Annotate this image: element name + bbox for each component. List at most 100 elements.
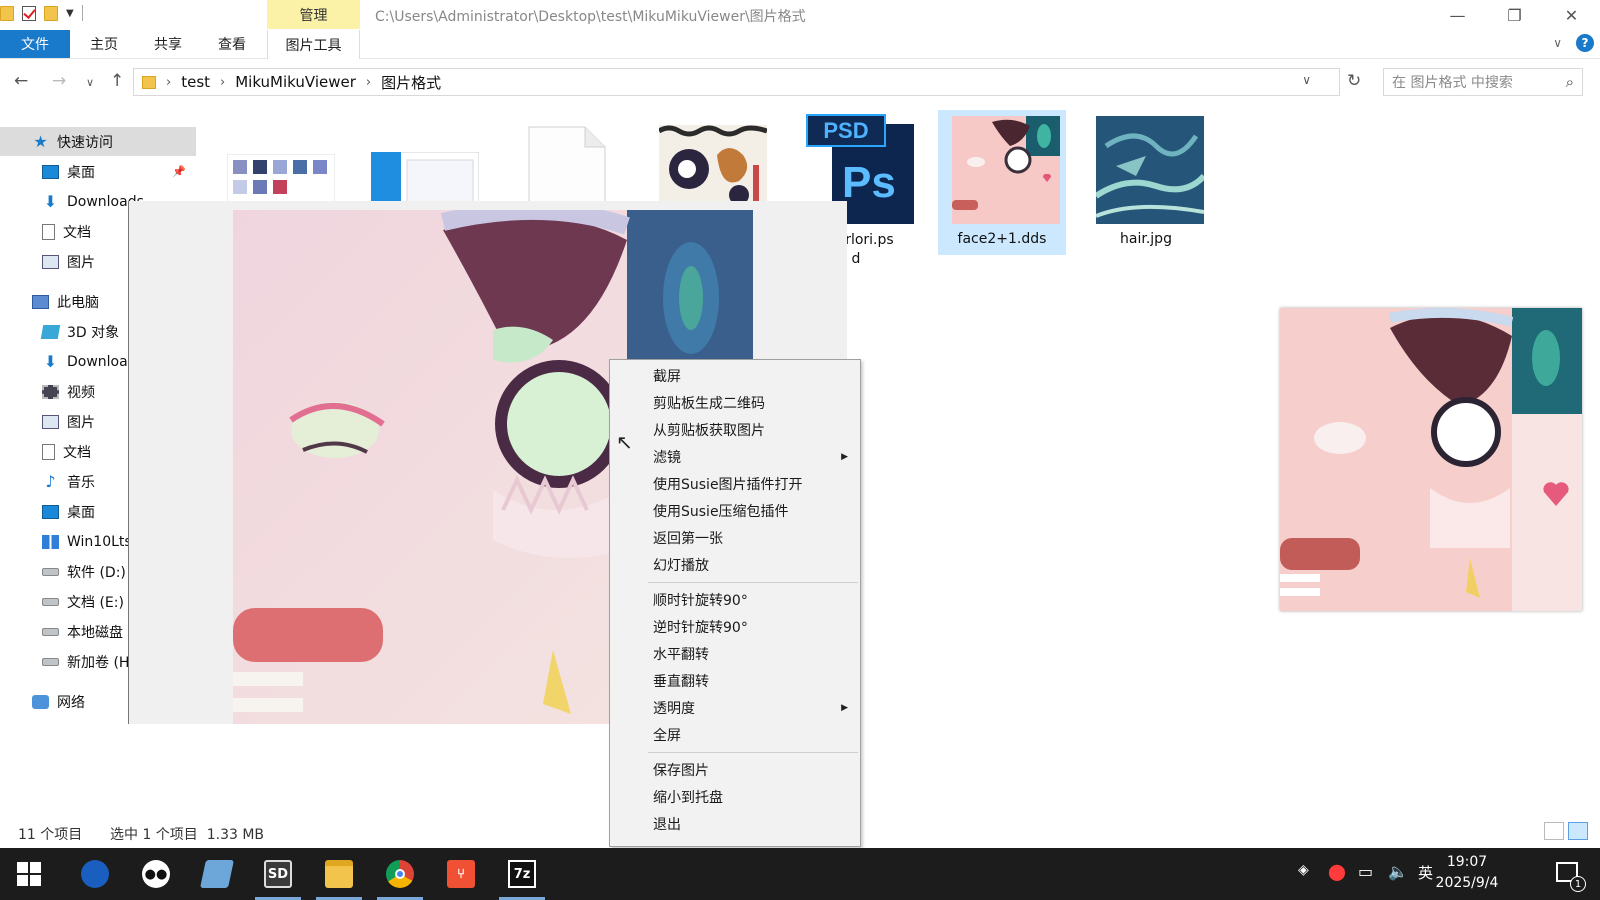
search-input[interactable]: 在 图片格式 中搜索 ⌕ — [1383, 68, 1583, 96]
menu-item-rotate-ccw[interactable]: 逆时针旋转90° — [610, 613, 860, 640]
volume-icon[interactable]: 🔈 — [1388, 862, 1408, 881]
document-icon — [42, 223, 55, 240]
star-icon: ★ — [33, 132, 48, 151]
manage-tab[interactable]: 管理 — [267, 0, 360, 29]
start-button[interactable] — [2, 848, 56, 900]
sidebar-item-desktop[interactable]: 桌面 📌 — [0, 157, 196, 186]
taskbar-app-git[interactable]: ⑂ — [434, 848, 488, 900]
tab-share[interactable]: 共享 — [140, 30, 196, 58]
taskbar-app-7zip[interactable]: 7z — [495, 848, 549, 900]
view-toggle — [1544, 822, 1588, 840]
search-placeholder: 在 图片格式 中搜索 — [1392, 75, 1513, 91]
expand-ribbon-icon[interactable]: ∨ — [1553, 36, 1562, 50]
menu-item-rotate-cw[interactable]: 顺时针旋转90° — [610, 586, 860, 613]
sidebar-item-label: 文档 (E:) — [67, 594, 124, 611]
sidebar-item-label: 视频 — [67, 384, 95, 401]
menu-item-susie-image[interactable]: 使用Susie图片插件打开 — [610, 470, 860, 497]
sidebar-item-quick-access[interactable]: ★ 快速访问 — [0, 127, 196, 156]
menu-item-transparency[interactable]: 透明度 ▶ — [610, 694, 860, 721]
taskbar-app-book[interactable] — [190, 848, 244, 900]
breadcrumb-mikumikuviewer[interactable]: MikuMikuViewer — [235, 73, 356, 91]
breadcrumb-test[interactable]: test — [181, 73, 210, 91]
submenu-arrow-icon: ▶ — [841, 451, 848, 462]
sidebar-item-label: 软件 (D:) — [67, 564, 126, 581]
up-icon[interactable]: ↑ — [110, 71, 124, 91]
panda-icon: ●● — [142, 860, 170, 888]
properties-icon[interactable] — [22, 5, 36, 21]
address-row: ← → ∨ ↑ › test › MikuMikuViewer › 图片格式 ∨… — [0, 66, 1600, 98]
menu-item-first-image[interactable]: 返回第一张 — [610, 524, 860, 551]
menu-item-clipboard-image[interactable]: 从剪贴板获取图片 — [610, 416, 860, 443]
ribbon-right-controls: ∨ ? — [1553, 34, 1594, 52]
sidebar-item-label: 网络 — [57, 694, 85, 711]
menu-item-flip-horizontal[interactable]: 水平翻转 — [610, 640, 860, 667]
music-icon: ♪ — [45, 472, 56, 491]
file-tile-face[interactable]: face2+1.dds — [938, 110, 1066, 255]
address-bar[interactable]: › test › MikuMikuViewer › 图片格式 ∨ — [133, 68, 1340, 96]
folder-icon — [142, 75, 156, 89]
download-icon: ⬇ — [43, 352, 58, 371]
chevron-right-icon: › — [220, 74, 226, 90]
clock-time[interactable]: 19:07 — [1427, 854, 1507, 870]
document-icon — [42, 443, 55, 460]
sidebar-item-label: 文档 — [63, 224, 91, 241]
recent-locations-icon[interactable]: ∨ — [86, 76, 94, 89]
menu-item-slideshow[interactable]: 幻灯播放 — [610, 551, 860, 578]
tab-view[interactable]: 查看 — [204, 30, 260, 58]
tab-file[interactable]: 文件 — [0, 30, 70, 58]
window-title: C:\Users\Administrator\Desktop\test\Miku… — [375, 9, 806, 25]
menu-item-label: 滤镜 — [653, 449, 681, 466]
back-icon[interactable]: ← — [14, 71, 28, 91]
menu-item-susie-archive[interactable]: 使用Susie压缩包插件 — [610, 497, 860, 524]
large-icons-view-icon[interactable] — [1568, 822, 1588, 840]
close-icon[interactable]: ✕ — [1543, 0, 1600, 30]
computer-icon — [32, 294, 49, 309]
menu-item-screenshot[interactable]: 截屏 — [610, 362, 860, 389]
forward-icon[interactable]: → — [52, 71, 66, 91]
menu-item-minimize-tray[interactable]: 缩小到托盘 — [610, 783, 860, 810]
git-icon: ⑂ — [447, 860, 475, 888]
taskbar-app-panda[interactable]: ●● — [129, 848, 183, 900]
customize-qat-icon[interactable]: ▼ — [66, 8, 74, 19]
pin-icon: 📌 — [172, 165, 186, 178]
taskbar-app-browser[interactable] — [68, 848, 122, 900]
file-name: face2+1.dds — [957, 231, 1047, 247]
submenu-arrow-icon: ▶ — [841, 702, 848, 713]
network-tray-icon[interactable]: ▭ — [1358, 862, 1373, 881]
quick-access-toolbar: ▼ — [0, 5, 83, 21]
file-tile-hair[interactable]: hair.jpg — [1082, 110, 1210, 255]
psd-tag: PSD — [806, 114, 886, 147]
help-icon[interactable]: ? — [1576, 34, 1594, 52]
maximize-icon[interactable]: ❐ — [1486, 0, 1543, 30]
chevron-down-icon[interactable]: ∨ — [1302, 73, 1311, 87]
search-icon[interactable]: ⌕ — [1566, 73, 1574, 91]
details-view-icon[interactable] — [1544, 822, 1564, 840]
security-tray-icon[interactable]: ◈ — [1298, 862, 1309, 878]
sidebar-item-label: 音乐 — [67, 474, 95, 491]
record-tray-icon[interactable]: ⬤ — [1328, 862, 1346, 881]
desktop-icon — [42, 504, 59, 519]
refresh-icon[interactable]: ↻ — [1347, 71, 1361, 91]
minimize-icon[interactable]: — — [1429, 0, 1486, 30]
chevron-right-icon: › — [365, 74, 372, 90]
taskbar-app-chrome[interactable] — [373, 848, 427, 900]
menu-item-fullscreen[interactable]: 全屏 — [610, 721, 860, 748]
clock-date[interactable]: 2025/9/4 — [1427, 875, 1507, 891]
item-count: 11 个项目 — [18, 827, 83, 843]
menu-item-filter[interactable]: 滤镜 ▶ — [610, 443, 860, 470]
file-name: hair.jpg — [1120, 231, 1172, 247]
taskbar-app-file-explorer[interactable] — [312, 848, 366, 900]
taskbar: ●● SD ⑂ 7z ◈ ⬤ ▭ 🔈 英 19:07 2025/9/4 1 — [0, 848, 1600, 900]
menu-item-clipboard-qr[interactable]: 剪贴板生成二维码 — [610, 389, 860, 416]
sidebar-item-label: 图片 — [67, 254, 95, 271]
taskbar-app-sd[interactable]: SD — [251, 848, 305, 900]
menu-item-save-image[interactable]: 保存图片 — [610, 756, 860, 783]
tab-home[interactable]: 主页 — [76, 30, 132, 58]
breadcrumb-image-format[interactable]: 图片格式 — [381, 72, 441, 93]
menu-separator — [648, 582, 858, 583]
title-bar: ▼ 管理 C:\Users\Administrator\Desktop\test… — [0, 0, 1600, 30]
menu-item-flip-vertical[interactable]: 垂直翻转 — [610, 667, 860, 694]
new-folder-icon[interactable] — [44, 5, 58, 21]
tab-picture-tools[interactable]: 图片工具 — [267, 30, 360, 59]
folder-icon[interactable] — [0, 5, 14, 21]
